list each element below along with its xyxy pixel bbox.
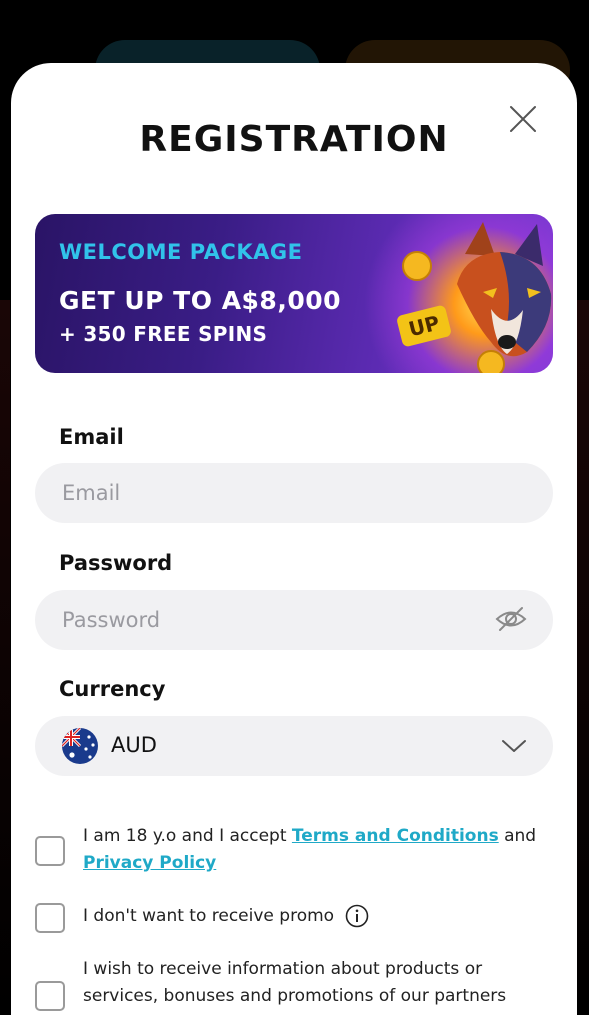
welcome-banner[interactable]: WELCOME PACKAGE GET UP TO A$8,000 + 350 … [35,214,553,373]
privacy-link[interactable]: Privacy Policy [83,853,216,873]
background-edge-left [0,300,10,1015]
banner-subline: + 350 FREE SPINS [59,322,268,346]
email-input[interactable] [35,463,553,523]
promo-opt-out-checkbox[interactable] [35,903,65,933]
coin-icon [402,251,432,281]
age-consent-and: and [498,826,537,846]
promo-consent-label: I don't want to receive promo [83,906,335,926]
wolf-illustration: UP [397,222,552,373]
promo-consent-text: I don't want to receive promo [83,903,553,930]
terms-link[interactable]: Terms and Conditions [292,826,499,846]
close-button[interactable] [507,103,539,135]
registration-modal: REGISTRATION WELCOME PACKAGE GET UP TO A… [11,63,577,1015]
email-label: Email [59,425,124,449]
banner-eyebrow: WELCOME PACKAGE [59,240,303,264]
close-icon [510,106,536,132]
background-edge-right [577,300,589,1015]
modal-title: REGISTRATION [139,119,449,160]
eye-off-icon [495,607,527,631]
coin-icon [477,350,505,373]
info-icon[interactable] [345,904,369,928]
partners-consent-checkbox[interactable] [35,981,65,1011]
password-label: Password [59,551,173,575]
age-consent-prefix: I am 18 y.o and I accept [83,826,292,846]
age-consent-checkbox[interactable] [35,836,65,866]
banner-headline: GET UP TO A$8,000 [59,286,342,315]
currency-select[interactable]: AUD [35,716,553,776]
password-input[interactable] [35,590,553,650]
toggle-password-button[interactable] [495,606,527,632]
currency-label: Currency [59,677,166,701]
badge-icon: UP [397,305,451,347]
partners-consent-text: I wish to receive information about prod… [83,959,507,1006]
age-consent-text: I am 18 y.o and I accept Terms and Condi… [83,823,553,877]
currency-value: AUD [111,733,157,757]
chevron-down-icon [502,740,526,752]
australia-flag-icon [62,728,98,764]
